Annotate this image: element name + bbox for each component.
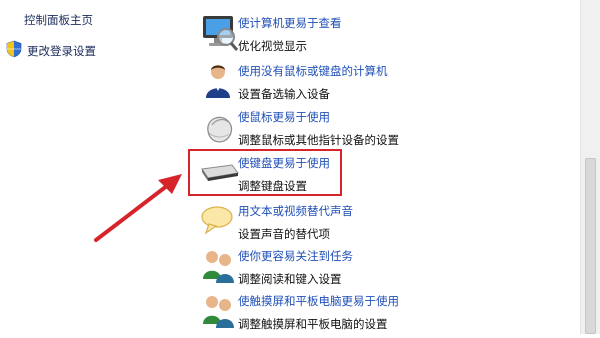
option-make-computer-easier-to-see[interactable]: 使计算机更易于查看 优化视觉显示 xyxy=(180,12,570,60)
option-description[interactable]: 调整鼠标或其他指针设备的设置 xyxy=(238,132,399,148)
option-description[interactable]: 设置声音的替代项 xyxy=(238,226,330,242)
option-title[interactable]: 使你更容易关注到任务 xyxy=(238,248,353,264)
annotation-arrow-icon xyxy=(86,168,188,248)
option-title[interactable]: 使计算机更易于查看 xyxy=(238,15,342,31)
option-focus-on-tasks[interactable]: 使你更容易关注到任务 调整阅读和键入设置 xyxy=(180,245,570,293)
shield-icon xyxy=(6,40,22,61)
vertical-scrollbar[interactable] xyxy=(580,0,600,334)
speech-bubble-icon xyxy=(198,201,240,241)
option-use-without-mouse-or-keyboard[interactable]: 使用没有鼠标或键盘的计算机 设置备选输入设备 xyxy=(180,60,570,108)
left-navigation: 控制面板主页 更改登录设置 xyxy=(0,0,180,334)
option-text-or-video-for-sounds[interactable]: 用文本或视频替代声音 设置声音的替代项 xyxy=(180,200,570,248)
option-make-mouse-easier[interactable]: 使鼠标更易于使用 调整鼠标或其他指针设备的设置 xyxy=(180,106,570,154)
option-title[interactable]: 使鼠标更易于使用 xyxy=(238,109,330,125)
mouse-icon xyxy=(198,107,240,147)
option-title[interactable]: 使触摸屏和平板电脑更易于使用 xyxy=(238,293,399,309)
keyboard-option-highlight-box xyxy=(188,149,342,196)
option-description[interactable]: 优化视觉显示 xyxy=(238,38,307,54)
option-touch-and-tablet[interactable]: 使触摸屏和平板电脑更易于使用 调整触摸屏和平板电脑的设置 xyxy=(180,290,570,338)
control-panel-home-link[interactable]: 控制面板主页 xyxy=(24,12,93,28)
people-icon xyxy=(198,246,240,286)
change-login-settings-label: 更改登录设置 xyxy=(27,43,96,58)
people-icon xyxy=(198,291,240,331)
person-icon xyxy=(198,61,240,101)
option-description[interactable]: 调整阅读和键入设置 xyxy=(238,271,342,287)
option-title[interactable]: 用文本或视频替代声音 xyxy=(238,203,353,219)
option-description[interactable]: 设置备选输入设备 xyxy=(238,86,330,102)
display-icon xyxy=(198,13,240,53)
scrollbar-thumb[interactable] xyxy=(585,158,596,334)
option-title[interactable]: 使用没有鼠标或键盘的计算机 xyxy=(238,63,388,79)
change-login-settings-link[interactable]: 更改登录设置 xyxy=(6,40,96,61)
option-description[interactable]: 调整触摸屏和平板电脑的设置 xyxy=(238,316,388,332)
